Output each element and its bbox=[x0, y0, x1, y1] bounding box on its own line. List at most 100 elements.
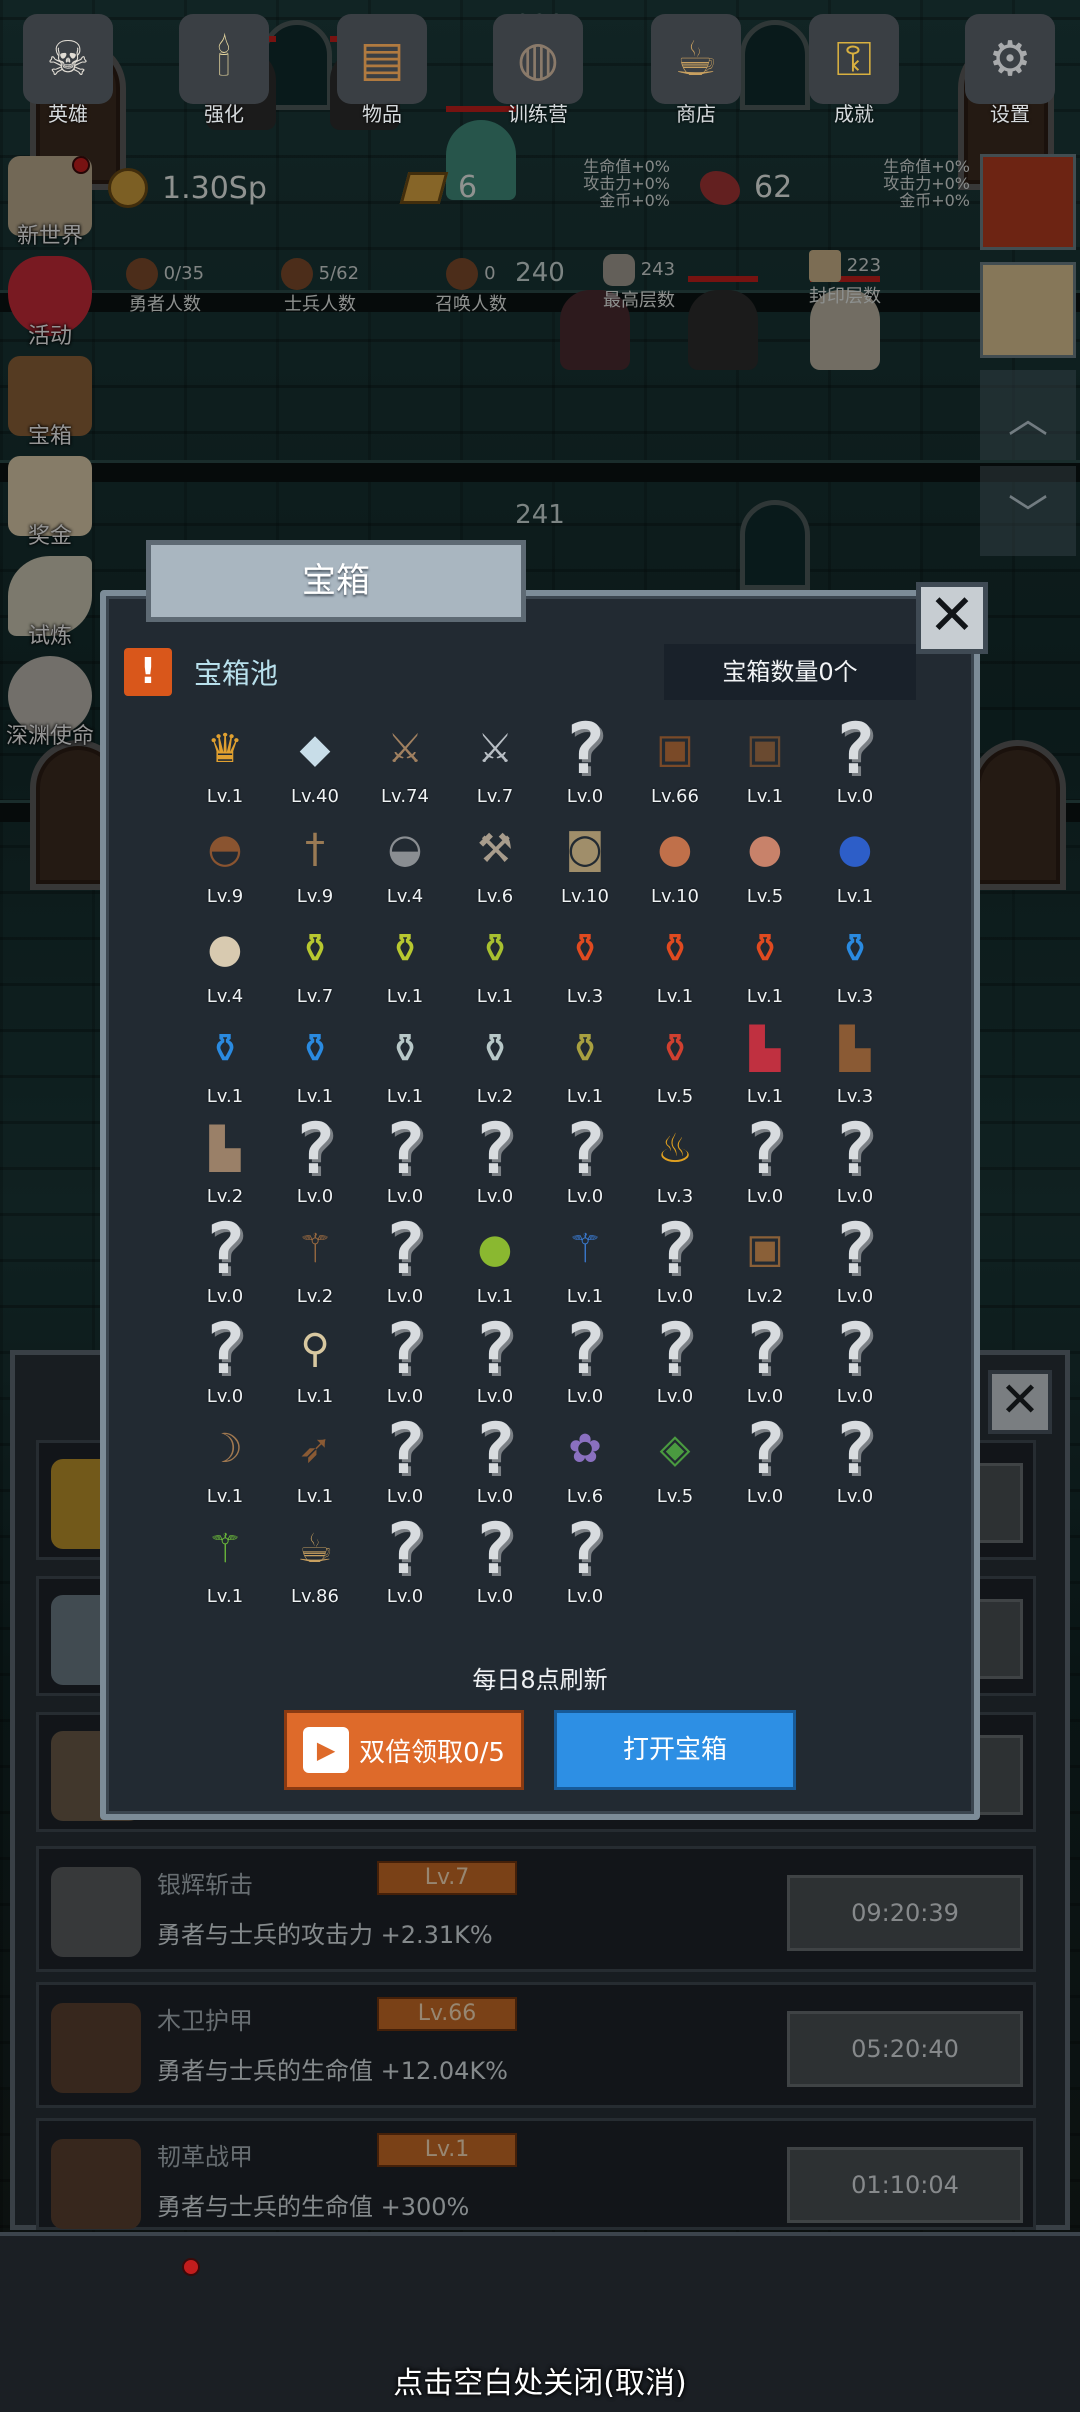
close-icon[interactable]: ✕ bbox=[916, 582, 988, 654]
chest-pool-item[interactable]: ⚚ Lv.1 bbox=[180, 1508, 270, 1608]
close-hint[interactable]: 点击空白处关闭(取消) bbox=[0, 2358, 1080, 2402]
chest-pool-item[interactable]: ? Lv.0 bbox=[540, 1108, 630, 1208]
chest-pool-item[interactable]: ⚱ Lv.2 bbox=[450, 1008, 540, 1108]
chest-pool-item[interactable]: ? Lv.0 bbox=[450, 1408, 540, 1508]
chest-pool-item[interactable]: ? Lv.0 bbox=[360, 1508, 450, 1608]
chest-pool-item[interactable]: ▣ Lv.1 bbox=[720, 708, 810, 808]
chest-pool-item[interactable]: ? Lv.0 bbox=[630, 1208, 720, 1308]
chest-pool-item[interactable]: ☕ Lv.86 bbox=[270, 1508, 360, 1608]
chest-pool-item[interactable]: ? Lv.0 bbox=[360, 1308, 450, 1408]
nav-settings[interactable]: ⚙ 设置 bbox=[950, 14, 1070, 127]
chest-pool-item[interactable]: ● Lv.1 bbox=[810, 808, 900, 908]
nav-achievements[interactable]: ⚿ 成就 bbox=[794, 14, 914, 127]
chest-pool-item[interactable]: ◈ Lv.5 bbox=[630, 1408, 720, 1508]
chest-pool-item[interactable]: ◒ Lv.4 bbox=[360, 808, 450, 908]
chest-pool-item[interactable]: ? Lv.0 bbox=[450, 1308, 540, 1408]
chest-pool-item[interactable]: ◙ Lv.10 bbox=[540, 808, 630, 908]
chest-pool-item[interactable]: ? Lv.0 bbox=[180, 1208, 270, 1308]
item-level: Lv.2 bbox=[296, 1286, 334, 1307]
chest-pool-item[interactable]: ● Lv.5 bbox=[720, 808, 810, 908]
red-bottle-icon: ⚱ bbox=[658, 1026, 692, 1072]
chest-pool-item[interactable]: ▣ Lv.66 bbox=[630, 708, 720, 808]
chest-pool-item[interactable]: ☽ Lv.1 bbox=[180, 1408, 270, 1508]
chest-pool-item[interactable]: ♛ Lv.1 bbox=[180, 708, 270, 808]
winged-boot-icon: ▙ bbox=[749, 1026, 781, 1072]
item-level: Lv.6 bbox=[566, 1486, 604, 1507]
chest-pool-item[interactable]: ⚱ Lv.1 bbox=[180, 1008, 270, 1108]
chest-pool-item[interactable]: ? Lv.0 bbox=[540, 1308, 630, 1408]
chest-pool-item[interactable]: ? Lv.0 bbox=[720, 1308, 810, 1408]
chest-pool-item[interactable]: ➶ Lv.1 bbox=[270, 1408, 360, 1508]
chest-pool-item[interactable]: ? Lv.0 bbox=[720, 1108, 810, 1208]
chest-pool-item[interactable]: ▙ Lv.2 bbox=[180, 1108, 270, 1208]
chest-pool-item[interactable]: ▙ Lv.1 bbox=[720, 1008, 810, 1108]
unknown-icon: ? bbox=[383, 1108, 427, 1190]
chest-pool-item[interactable]: ▙ Lv.3 bbox=[810, 1008, 900, 1108]
nav-training-camp[interactable]: ◍ 训练营 bbox=[478, 14, 598, 127]
chest-pool-item[interactable]: ⚔ Lv.74 bbox=[360, 708, 450, 808]
chest-pool-item[interactable]: ⚱ Lv.5 bbox=[630, 1008, 720, 1108]
chest-pool-item[interactable]: ⚱ Lv.1 bbox=[630, 908, 720, 1008]
gear-icon: ⚙ bbox=[965, 14, 1055, 104]
chest-pool-item[interactable]: ● Lv.10 bbox=[630, 808, 720, 908]
chest-pool-item[interactable]: ? Lv.0 bbox=[180, 1308, 270, 1408]
nav-items[interactable]: ▤ 物品 bbox=[322, 14, 442, 127]
nav-heroes[interactable]: ☠ 英雄 bbox=[8, 14, 128, 127]
item-level: Lv.0 bbox=[386, 1486, 424, 1507]
chest-pool-item[interactable]: ⚱ Lv.1 bbox=[720, 908, 810, 1008]
chest-pool-item[interactable]: ? Lv.0 bbox=[810, 1408, 900, 1508]
item-level: Lv.0 bbox=[836, 786, 874, 807]
item-level: Lv.0 bbox=[746, 1486, 784, 1507]
chest-pool-item[interactable]: ⚱ Lv.1 bbox=[270, 1008, 360, 1108]
chest-pool-item[interactable]: ⚱ Lv.1 bbox=[360, 1008, 450, 1108]
nav-shop[interactable]: ☕ 商店 bbox=[636, 14, 756, 127]
chest-pool-item[interactable]: ? Lv.0 bbox=[360, 1108, 450, 1208]
chest-pool-item[interactable]: ⚒ Lv.6 bbox=[450, 808, 540, 908]
chest-pool-item[interactable]: ⚱ Lv.3 bbox=[810, 908, 900, 1008]
chest-pool-item[interactable]: ▣ Lv.2 bbox=[720, 1208, 810, 1308]
chest-pool-item[interactable]: ◆ Lv.40 bbox=[270, 708, 360, 808]
item-level: Lv.1 bbox=[656, 986, 694, 1007]
chest-pool-item[interactable]: ⚱ Lv.1 bbox=[540, 1008, 630, 1108]
chest-pool-item[interactable]: ⚚ Lv.1 bbox=[540, 1208, 630, 1308]
nav-enhance[interactable]: 🕯 强化 bbox=[164, 14, 284, 127]
item-level: Lv.74 bbox=[381, 786, 429, 807]
chest-pool-item[interactable]: ? Lv.0 bbox=[360, 1408, 450, 1508]
chest-pool-item[interactable]: ⚱ Lv.3 bbox=[540, 908, 630, 1008]
item-level: Lv.0 bbox=[656, 1386, 694, 1407]
chest-pool-item[interactable]: ? Lv.0 bbox=[540, 708, 630, 808]
chest-pool-item[interactable]: † Lv.9 bbox=[270, 808, 360, 908]
chest-pool-item[interactable]: ✿ Lv.6 bbox=[540, 1408, 630, 1508]
chest-pool-item[interactable]: ⚔ Lv.7 bbox=[450, 708, 540, 808]
item-level: Lv.2 bbox=[746, 1286, 784, 1307]
chest-pool-item[interactable]: ? Lv.0 bbox=[630, 1308, 720, 1408]
chest-pool-item[interactable]: ⚱ Lv.1 bbox=[450, 908, 540, 1008]
chest-pool-item[interactable]: ? Lv.0 bbox=[810, 1208, 900, 1308]
chest-pool-item[interactable]: ◓ Lv.9 bbox=[180, 808, 270, 908]
chest-pool-item[interactable]: ? Lv.0 bbox=[360, 1208, 450, 1308]
leather-boot-icon: ▙ bbox=[839, 1026, 871, 1072]
open-chest-button[interactable]: 打开宝箱 bbox=[554, 1710, 796, 1790]
chest-pool-item[interactable]: ♨ Lv.3 bbox=[630, 1108, 720, 1208]
diamond-icon: ◆ bbox=[299, 726, 331, 772]
chest-pool-item[interactable]: ⚚ Lv.2 bbox=[270, 1208, 360, 1308]
chest-pool-item[interactable]: ● Lv.1 bbox=[450, 1208, 540, 1308]
item-level: Lv.3 bbox=[656, 1186, 694, 1207]
backpack-icon: ▣ bbox=[746, 1226, 784, 1272]
chest-pool-item[interactable]: ⚱ Lv.7 bbox=[270, 908, 360, 1008]
chest-pool-item[interactable]: ? Lv.0 bbox=[450, 1108, 540, 1208]
chest-pool-item[interactable]: ? Lv.0 bbox=[810, 708, 900, 808]
chest-pool-item[interactable]: ? Lv.0 bbox=[450, 1508, 540, 1608]
chest-pool-item[interactable]: ? Lv.0 bbox=[720, 1408, 810, 1508]
chest-pool-item[interactable]: ? Lv.0 bbox=[540, 1508, 630, 1608]
chest-pool-item[interactable]: ? Lv.0 bbox=[810, 1308, 900, 1408]
warning-icon[interactable]: ! bbox=[124, 648, 172, 696]
unknown-icon: ? bbox=[833, 1408, 877, 1490]
chest-pool-item[interactable]: ⚲ Lv.1 bbox=[270, 1308, 360, 1408]
chest-pool-item[interactable]: ● Lv.4 bbox=[180, 908, 270, 1008]
double-claim-button[interactable]: ▶ 双倍领取0/5 bbox=[284, 1710, 524, 1790]
chest-pool-item[interactable]: ⚱ Lv.1 bbox=[360, 908, 450, 1008]
chest-pool-item[interactable]: ? Lv.0 bbox=[270, 1108, 360, 1208]
chest-pool-item[interactable]: ? Lv.0 bbox=[810, 1108, 900, 1208]
beer-mug-icon: ☕ bbox=[297, 1526, 333, 1572]
